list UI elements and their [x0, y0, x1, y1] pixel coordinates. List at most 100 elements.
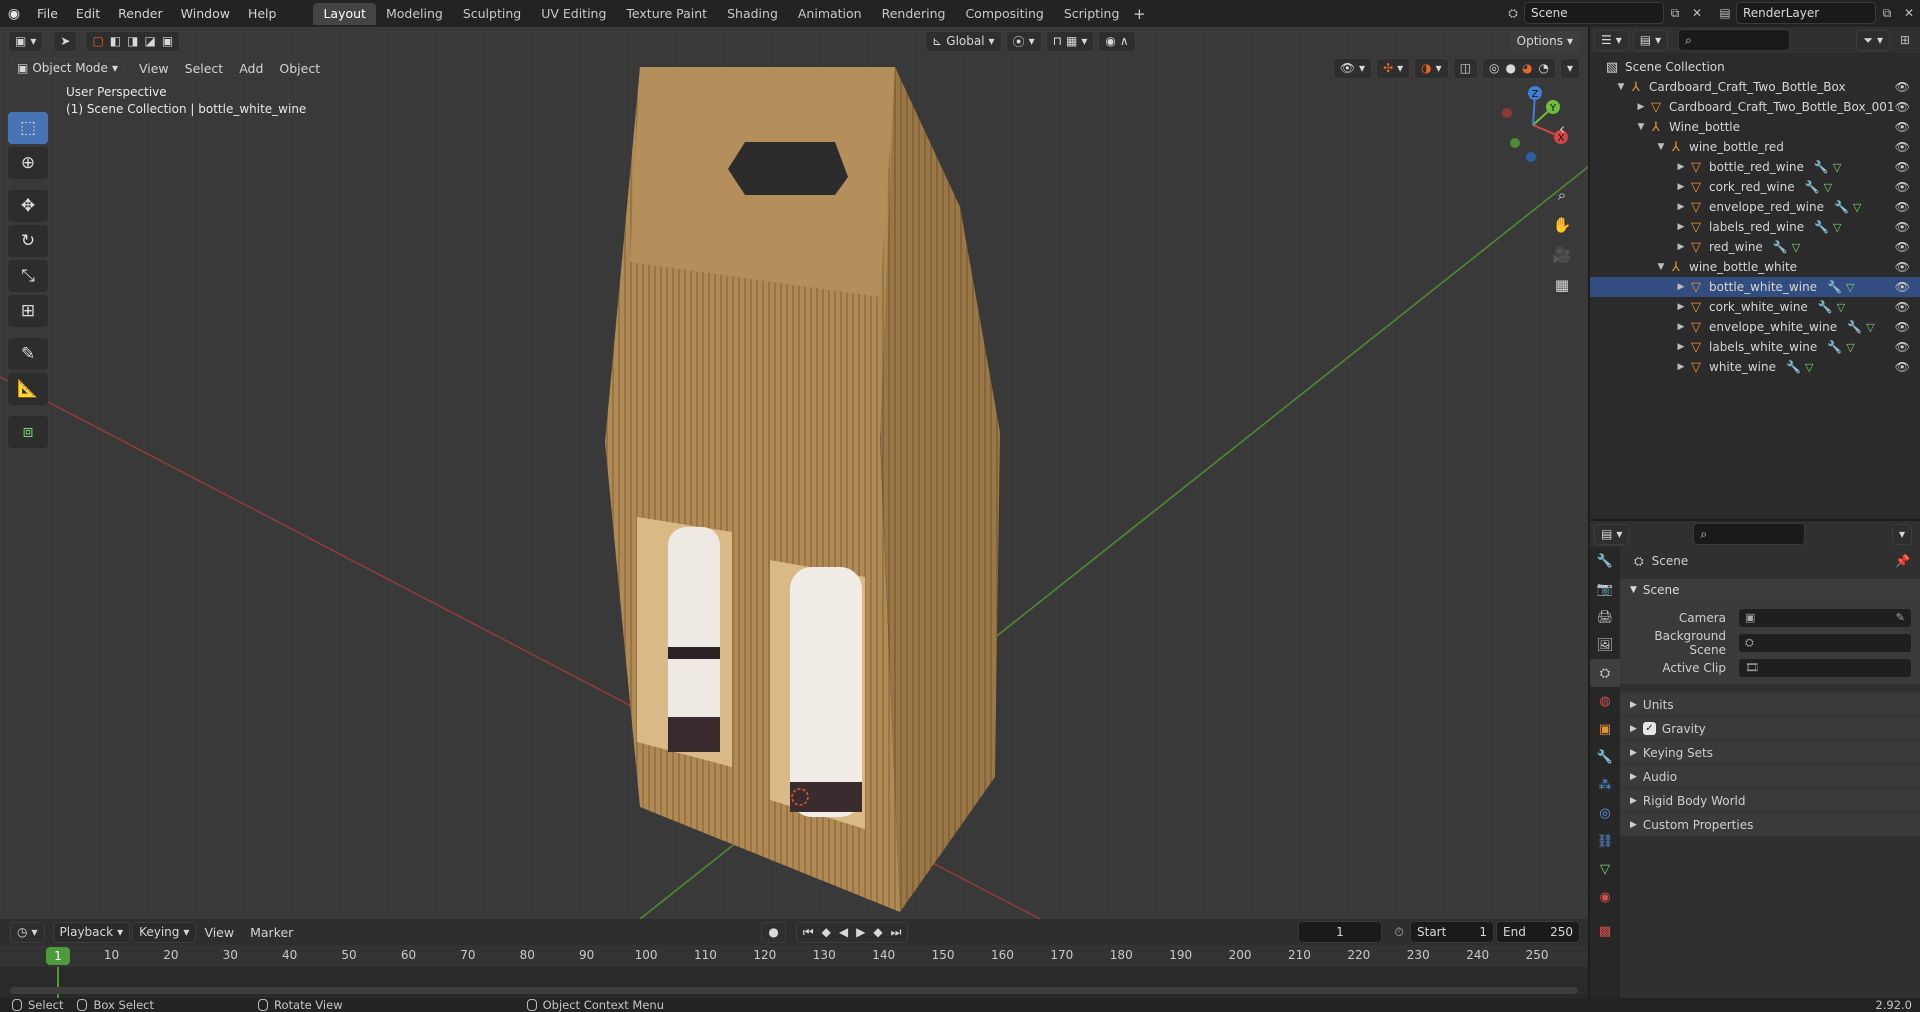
visibility-dropdown[interactable]: 👁 ▾ — [1332, 57, 1373, 79]
tab-scripting[interactable]: Scripting — [1054, 3, 1130, 25]
ortho-grid-icon[interactable]: ▦ — [1548, 271, 1576, 299]
caret-right-icon[interactable]: ▶ — [1674, 362, 1688, 372]
keying-menu[interactable]: Keying ▾ — [132, 921, 197, 943]
tab-view-layer[interactable]: 🖼 — [1590, 631, 1620, 659]
tab-shading[interactable]: Shading — [717, 3, 788, 25]
eye-icon[interactable]: 👁 — [1895, 140, 1910, 154]
outliner-item[interactable]: ▶ ▽ red_wine 🔧 ▽ 👁 — [1590, 237, 1920, 257]
outliner-item[interactable]: ▶ ▽ Cardboard_Craft_Two_Bottle_Box_001 👁 — [1590, 97, 1920, 117]
cardboard-box[interactable] — [605, 67, 1000, 912]
pin-icon[interactable]: 📌 — [1895, 554, 1910, 568]
gravity-checkbox[interactable]: ✓ — [1642, 722, 1656, 735]
gravity-panel[interactable]: ▶ ✓ Gravity — [1620, 716, 1920, 740]
background-scene-field[interactable]: ⛭ — [1738, 632, 1912, 653]
3d-viewport[interactable]: ▣ ▾ ➤ ▢ ◧ ◨ ◪ ▣ ⊾ Global ▾ ⦿ ▾ ⊓ ▦ ▾ ◉ ∧ Option… — [0, 27, 1588, 919]
viewport-menu-select[interactable]: Select — [177, 61, 232, 76]
editor-type-selector[interactable]: ▣ ▾ — [8, 30, 44, 52]
caret-right-icon[interactable]: ▶ — [1674, 202, 1688, 212]
menu-render[interactable]: Render — [109, 0, 172, 27]
modifier-wrench-icon[interactable]: 🔧 — [1773, 240, 1788, 254]
modifier-wrench-icon[interactable]: 🔧 — [1827, 280, 1842, 294]
timeline-menu-view[interactable]: View — [196, 925, 242, 940]
outliner-item[interactable]: ▶ ▽ envelope_red_wine 🔧 ▽ 👁 — [1590, 197, 1920, 217]
eye-icon[interactable]: 👁 — [1895, 320, 1910, 334]
outliner-item[interactable]: ▼ ⅄ Cardboard_Craft_Two_Bottle_Box 👁 — [1590, 77, 1920, 97]
caret-down-icon[interactable]: ▼ — [1654, 142, 1668, 152]
white-wine-bottle[interactable] — [790, 567, 862, 817]
rotate-tool[interactable]: ↻ — [8, 225, 48, 257]
mesh-data-icon[interactable]: ▽ — [1805, 361, 1813, 374]
copy-scene-icon[interactable]: ⧉ — [1664, 2, 1686, 24]
caret-right-icon[interactable]: ▶ — [1674, 162, 1688, 172]
frame-indicator[interactable]: 1 — [46, 947, 70, 965]
units-panel[interactable]: ▶ Units — [1620, 692, 1920, 716]
modifier-wrench-icon[interactable]: 🔧 — [1818, 300, 1833, 314]
copy-layer-icon[interactable]: ⧉ — [1876, 2, 1898, 24]
mesh-data-icon[interactable]: ▽ — [1846, 281, 1854, 294]
shading-options-dropdown[interactable]: ▾ — [1559, 57, 1580, 79]
mesh-data-icon[interactable]: ▽ — [1866, 321, 1874, 334]
eye-icon[interactable]: 👁 — [1895, 220, 1910, 234]
playback-controls[interactable]: ⏮ ◆ ◀ ▶ ◆ ⏭ — [795, 921, 909, 943]
mode-dropdown[interactable]: ▣ Object Mode ▾ — [10, 57, 125, 79]
move-tool[interactable]: ✥ — [8, 190, 48, 222]
modifier-wrench-icon[interactable]: 🔧 — [1786, 360, 1801, 374]
filter-dropdown[interactable]: ⏷ ▾ — [1856, 29, 1890, 51]
custom-properties-panel[interactable]: ▶ Custom Properties — [1620, 812, 1920, 836]
pan-hand-icon[interactable]: ✋ — [1548, 211, 1576, 239]
tab-object[interactable]: ▣ — [1590, 715, 1620, 743]
options-dropdown[interactable]: Options ▾ — [1509, 30, 1580, 52]
modifier-wrench-icon[interactable]: 🔧 — [1827, 340, 1842, 354]
tab-uv-editing[interactable]: UV Editing — [531, 3, 616, 25]
timeline-scrollbar[interactable] — [10, 987, 1578, 994]
outliner-item[interactable]: ▶ ▽ cork_white_wine 🔧 ▽ 👁 — [1590, 297, 1920, 317]
proportional-edit-toggle[interactable]: ◉ ∧ — [1098, 30, 1136, 52]
eye-icon[interactable]: 👁 — [1895, 340, 1910, 354]
timeline-editor-type[interactable]: ◷ ▾ — [10, 921, 45, 943]
close-scene-icon[interactable]: ✕ — [1686, 2, 1708, 24]
transform-tool[interactable]: ⊞ — [8, 295, 48, 327]
current-frame-field[interactable]: 1 — [1298, 921, 1382, 943]
eye-icon[interactable]: 👁 — [1895, 200, 1910, 214]
mesh-data-icon[interactable]: ▽ — [1853, 201, 1861, 214]
caret-right-icon[interactable]: ▶ — [1674, 322, 1688, 332]
overlays-dropdown[interactable]: ◑ ▾ — [1414, 57, 1449, 79]
outliner-item[interactable]: ▶ ▽ bottle_white_wine 🔧 ▽ 👁 — [1590, 277, 1920, 297]
eye-icon[interactable]: 👁 — [1895, 360, 1910, 374]
camera-field[interactable]: ▣ ✎ — [1738, 607, 1912, 628]
tab-rendering[interactable]: Rendering — [872, 3, 956, 25]
tab-render[interactable]: 📷 — [1590, 575, 1620, 603]
record-button[interactable]: ● — [761, 921, 786, 943]
caret-down-icon[interactable]: ▼ — [1654, 262, 1668, 272]
eye-icon[interactable]: 👁 — [1895, 100, 1910, 114]
new-collection-icon[interactable]: ⊞ — [1894, 29, 1916, 51]
caret-right-icon[interactable]: ▶ — [1674, 182, 1688, 192]
viewport-menu-add[interactable]: Add — [231, 61, 271, 76]
tab-material[interactable]: ◉ — [1590, 883, 1620, 911]
audio-panel[interactable]: ▶ Audio — [1620, 764, 1920, 788]
render-layer-icon[interactable]: ▤ — [1714, 2, 1736, 24]
timeline-menu-marker[interactable]: Marker — [242, 925, 301, 940]
rigid-body-world-panel[interactable]: ▶ Rigid Body World — [1620, 788, 1920, 812]
transform-orientation-dropdown[interactable]: ⊾ Global ▾ — [925, 30, 1002, 52]
eye-icon[interactable]: 👁 — [1895, 120, 1910, 134]
close-layer-icon[interactable]: ✕ — [1898, 2, 1920, 24]
outliner-item[interactable]: ▼ ⅄ Wine_bottle 👁 — [1590, 117, 1920, 137]
gizmo-neg-y-handle[interactable] — [1510, 138, 1520, 148]
outliner-item[interactable]: ▶ ▽ bottle_red_wine 🔧 ▽ 👁 — [1590, 157, 1920, 177]
eye-icon[interactable]: 👁 — [1895, 300, 1910, 314]
caret-right-icon[interactable]: ▶ — [1674, 282, 1688, 292]
tab-particles[interactable]: ⁂ — [1590, 771, 1620, 799]
tab-constraints[interactable]: ⛓ — [1590, 827, 1620, 855]
outliner-item[interactable]: ▼ ⅄ wine_bottle_white 👁 — [1590, 257, 1920, 277]
gizmo-neg-x-handle[interactable] — [1502, 108, 1512, 118]
outliner-item[interactable]: ▼ ⅄ wine_bottle_red 👁 — [1590, 137, 1920, 157]
caret-right-icon[interactable]: ▶ — [1674, 342, 1688, 352]
eye-icon[interactable]: 👁 — [1895, 160, 1910, 174]
tab-world[interactable]: ◍ — [1590, 687, 1620, 715]
outliner-search-input[interactable]: ⌕ — [1678, 29, 1791, 51]
caret-right-icon[interactable]: ▶ — [1674, 242, 1688, 252]
mesh-data-icon[interactable]: ▽ — [1846, 341, 1854, 354]
menu-window[interactable]: Window — [172, 0, 239, 27]
stopwatch-icon[interactable]: ⏱ — [1388, 921, 1410, 943]
